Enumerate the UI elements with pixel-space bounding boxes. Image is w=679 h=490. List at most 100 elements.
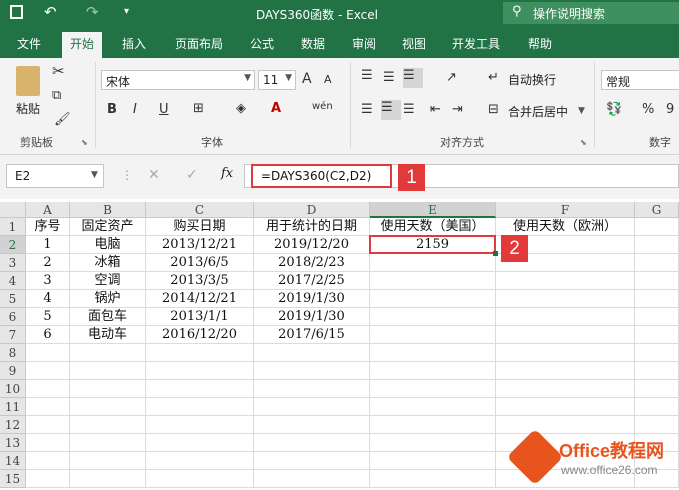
cell-D13[interactable] xyxy=(254,434,370,452)
cell-D5[interactable]: 2019/1/30 xyxy=(254,290,370,308)
select-all-corner[interactable] xyxy=(0,202,26,218)
cell-A4[interactable]: 3 xyxy=(26,272,70,290)
cell-A11[interactable] xyxy=(26,398,70,416)
cell-F8[interactable] xyxy=(496,344,635,362)
column-header-B[interactable]: B xyxy=(70,202,146,218)
cell-C3[interactable]: 2013/6/5 xyxy=(146,254,254,272)
row-header-10[interactable]: 10 xyxy=(0,380,26,398)
row-header-15[interactable]: 15 xyxy=(0,470,26,488)
cell-E7[interactable] xyxy=(370,326,496,344)
cell-G2[interactable] xyxy=(635,236,679,254)
wrap-text-icon[interactable]: ↵ xyxy=(488,70,499,85)
cell-D15[interactable] xyxy=(254,470,370,488)
cell-G7[interactable] xyxy=(635,326,679,344)
cell-G3[interactable] xyxy=(635,254,679,272)
cell-F9[interactable] xyxy=(496,362,635,380)
increase-indent-icon[interactable]: ⇥ xyxy=(452,102,463,117)
tab-review[interactable]: 审阅 xyxy=(352,35,376,52)
cell-B11[interactable] xyxy=(70,398,146,416)
tab-file[interactable]: 文件 xyxy=(17,35,41,52)
cell-F11[interactable] xyxy=(496,398,635,416)
cell-A10[interactable] xyxy=(26,380,70,398)
bold-button[interactable]: B xyxy=(107,102,117,117)
cell-A9[interactable] xyxy=(26,362,70,380)
align-bottom-icon[interactable]: ☰ xyxy=(403,68,423,88)
cell-B12[interactable] xyxy=(70,416,146,434)
tab-data[interactable]: 数据 xyxy=(301,35,325,52)
percent-button[interactable]: % xyxy=(642,102,654,117)
row-header-8[interactable]: 8 xyxy=(0,344,26,362)
undo-icon[interactable]: ↶ xyxy=(44,3,57,21)
column-header-A[interactable]: A xyxy=(26,202,70,218)
cell-B14[interactable] xyxy=(70,452,146,470)
cell-A12[interactable] xyxy=(26,416,70,434)
cell-G11[interactable] xyxy=(635,398,679,416)
cell-B7[interactable]: 电动车 xyxy=(70,326,146,344)
cell-C10[interactable] xyxy=(146,380,254,398)
cell-F1[interactable]: 使用天数（欧洲） xyxy=(496,218,635,236)
cell-G10[interactable] xyxy=(635,380,679,398)
italic-button[interactable]: I xyxy=(133,102,137,117)
cell-E13[interactable] xyxy=(370,434,496,452)
font-name-combo[interactable]: 宋体 ▼ xyxy=(101,70,255,90)
cell-B10[interactable] xyxy=(70,380,146,398)
cell-D7[interactable]: 2017/6/15 xyxy=(254,326,370,344)
row-header-6[interactable]: 6 xyxy=(0,308,26,326)
fill-color-icon[interactable]: ◈ xyxy=(236,101,246,116)
cell-C1[interactable]: 购买日期 xyxy=(146,218,254,236)
cell-E14[interactable] xyxy=(370,452,496,470)
cell-C15[interactable] xyxy=(146,470,254,488)
cell-F6[interactable] xyxy=(496,308,635,326)
shrink-font-icon[interactable]: A xyxy=(324,73,332,86)
row-header-1[interactable]: 1 xyxy=(0,218,26,236)
cell-G12[interactable] xyxy=(635,416,679,434)
cell-D14[interactable] xyxy=(254,452,370,470)
orientation-icon[interactable]: ↗ xyxy=(446,70,457,85)
cell-C4[interactable]: 2013/3/5 xyxy=(146,272,254,290)
dialog-launcher-icon[interactable]: ⬊ xyxy=(580,138,587,147)
copy-icon[interactable]: ⧉ xyxy=(52,88,61,103)
cell-G5[interactable] xyxy=(635,290,679,308)
save-icon[interactable] xyxy=(10,5,23,19)
cell-E11[interactable] xyxy=(370,398,496,416)
merge-center-icon[interactable]: ⊟ xyxy=(488,102,499,117)
cell-A6[interactable]: 5 xyxy=(26,308,70,326)
cell-D4[interactable]: 2017/2/25 xyxy=(254,272,370,290)
cell-B13[interactable] xyxy=(70,434,146,452)
decrease-indent-icon[interactable]: ⇤ xyxy=(430,102,441,117)
cell-A15[interactable] xyxy=(26,470,70,488)
row-header-2[interactable]: 2 xyxy=(0,236,26,254)
tab-developer[interactable]: 开发工具 xyxy=(452,35,500,52)
dialog-launcher-icon[interactable]: ⬊ xyxy=(81,138,88,147)
cell-A2[interactable]: 1 xyxy=(26,236,70,254)
cell-B1[interactable]: 固定资产 xyxy=(70,218,146,236)
customize-icon[interactable]: ▾ xyxy=(124,6,129,17)
cell-C12[interactable] xyxy=(146,416,254,434)
cell-G1[interactable] xyxy=(635,218,679,236)
cell-B9[interactable] xyxy=(70,362,146,380)
name-box[interactable]: E2 ▼ xyxy=(6,164,104,188)
row-header-12[interactable]: 12 xyxy=(0,416,26,434)
cell-A8[interactable] xyxy=(26,344,70,362)
underline-button[interactable]: U xyxy=(159,102,169,117)
paste-button[interactable]: 粘贴 xyxy=(16,100,40,117)
cell-F10[interactable] xyxy=(496,380,635,398)
phonetic-icon[interactable]: wén xyxy=(312,101,333,112)
cell-B8[interactable] xyxy=(70,344,146,362)
cell-D6[interactable]: 2019/1/30 xyxy=(254,308,370,326)
cell-E3[interactable] xyxy=(370,254,496,272)
cell-E1[interactable]: 使用天数（美国） xyxy=(370,218,496,236)
cell-E6[interactable] xyxy=(370,308,496,326)
cell-B2[interactable]: 电脑 xyxy=(70,236,146,254)
align-middle-icon[interactable]: ☰ xyxy=(383,70,395,85)
column-header-D[interactable]: D xyxy=(254,202,370,218)
cell-G9[interactable] xyxy=(635,362,679,380)
column-header-C[interactable]: C xyxy=(146,202,254,218)
cell-D9[interactable] xyxy=(254,362,370,380)
grow-font-icon[interactable]: A xyxy=(302,71,312,87)
cell-D11[interactable] xyxy=(254,398,370,416)
row-header-14[interactable]: 14 xyxy=(0,452,26,470)
align-right-icon[interactable]: ☰ xyxy=(403,102,415,117)
cell-F12[interactable] xyxy=(496,416,635,434)
cell-D8[interactable] xyxy=(254,344,370,362)
